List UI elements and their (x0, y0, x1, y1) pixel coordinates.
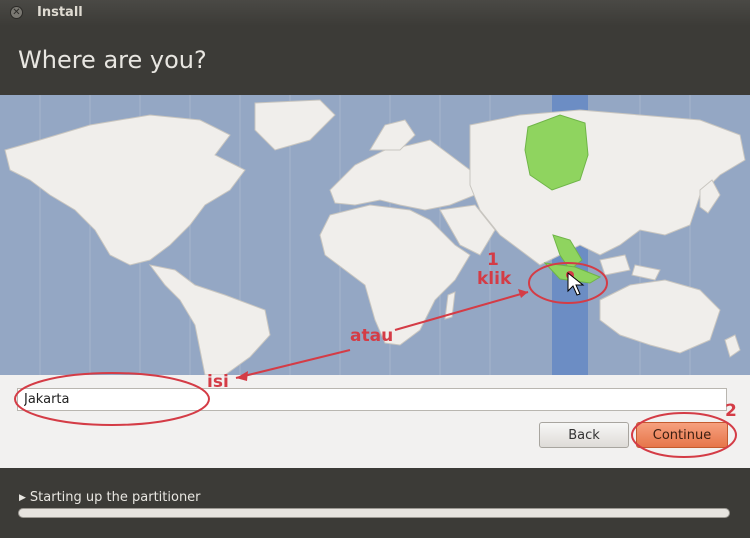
partitioner-status[interactable]: ▶ Starting up the partitioner (19, 490, 201, 505)
page-header: Where are you? (0, 26, 750, 95)
fill-label: isi (207, 372, 229, 392)
location-panel: Back Continue (0, 375, 750, 468)
step1-label: klik (477, 269, 512, 289)
back-button[interactable]: Back (539, 422, 629, 448)
step2-number: 2 (725, 401, 737, 421)
close-icon[interactable]: ✕ (10, 6, 23, 19)
expander-triangle-icon[interactable]: ▶ (19, 493, 26, 503)
page-title: Where are you? (18, 46, 207, 74)
window-titlebar: ✕ Install (0, 0, 750, 26)
status-text: Starting up the partitioner (29, 490, 201, 505)
window-title: Install (37, 5, 83, 20)
location-input[interactable] (17, 388, 727, 411)
or-label: atau (350, 326, 394, 346)
continue-button[interactable]: Continue (636, 422, 728, 448)
installer-footer: ▶ Starting up the partitioner (0, 468, 750, 538)
progress-bar (18, 508, 730, 518)
step1-number: 1 (487, 250, 499, 270)
